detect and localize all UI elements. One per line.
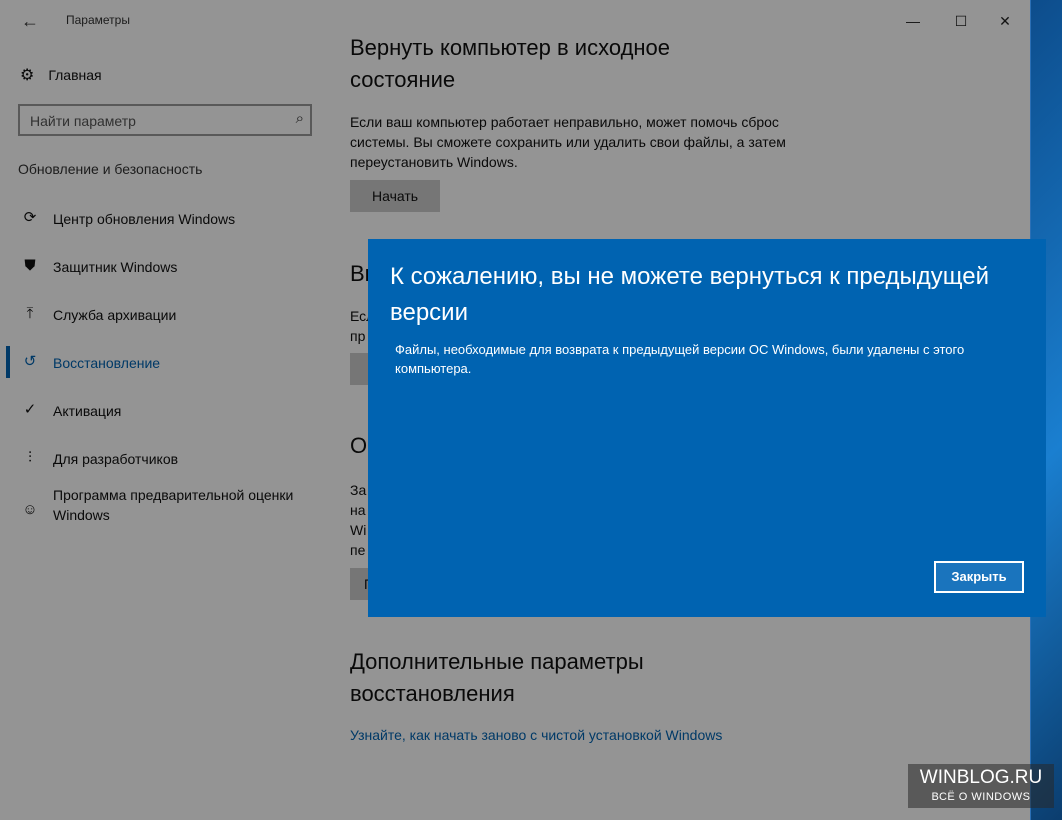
watermark-line1: WINBLOG.RU — [919, 767, 1043, 788]
dialog-message: Файлы, необходимые для возврата к предыд… — [395, 342, 965, 376]
watermark-line2: ВСЁ О WINDOWS — [931, 791, 1031, 803]
dialog-close-button[interactable]: Закрыть — [934, 561, 1024, 593]
site-watermark: WINBLOG.RU ВСЁ О WINDOWS — [908, 764, 1054, 808]
dialog-title: К сожалению, вы не можете вернуться к пр… — [390, 263, 990, 326]
